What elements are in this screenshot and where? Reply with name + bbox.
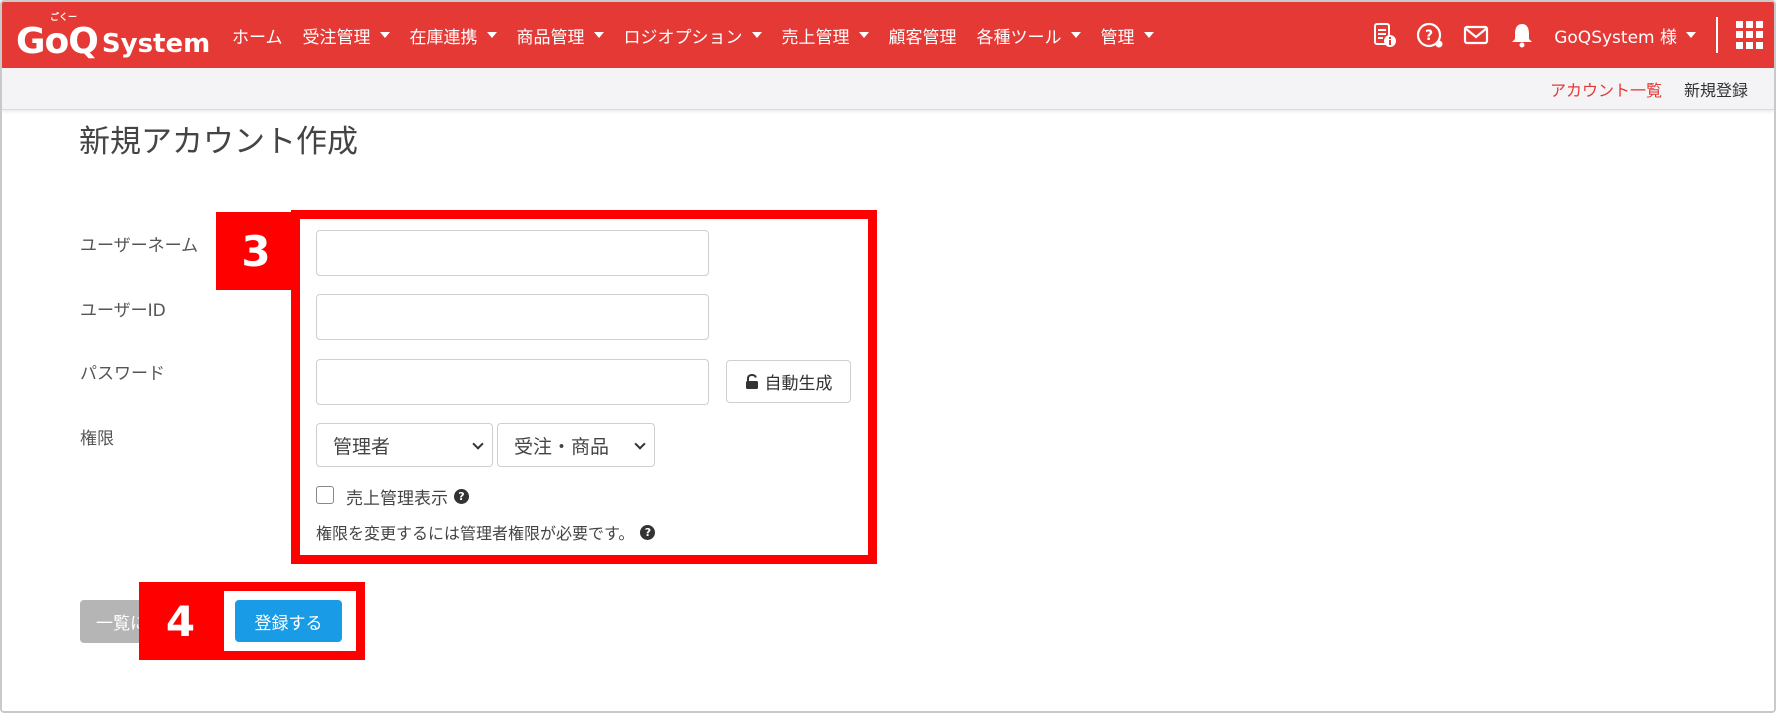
user-name: GoQSystem 様 xyxy=(1554,27,1677,48)
register-button-label: 登録する xyxy=(254,613,323,634)
caret-down-icon xyxy=(379,32,390,38)
new-register-link[interactable]: 新規登録 xyxy=(1684,77,1748,101)
document-info-icon[interactable] xyxy=(1370,21,1398,49)
top-navbar: ごくー GoQ System ホーム 受注管理 在庫連携 商品管理 ロジオプショ… xyxy=(2,2,1774,68)
nav-item-label: 在庫連携 xyxy=(409,27,478,48)
nav-item-label: 管理 xyxy=(1100,27,1135,48)
logo-main: GoQ xyxy=(16,21,99,62)
goq-system-logo[interactable]: ごくー GoQ System xyxy=(16,8,210,64)
nav-item-label: 売上管理 xyxy=(781,27,850,48)
nav-item-inventory[interactable]: 在庫連携 xyxy=(410,23,497,48)
user-menu[interactable]: GoQSystem 様 xyxy=(1554,23,1696,48)
caret-down-icon xyxy=(486,32,497,38)
register-button[interactable]: 登録する xyxy=(235,600,342,642)
caret-down-icon xyxy=(858,32,869,38)
nav-item-orders[interactable]: 受注管理 xyxy=(303,23,390,48)
help-icon[interactable]: ? xyxy=(1416,21,1444,49)
mail-icon[interactable] xyxy=(1462,21,1490,49)
nav-item-label: 受注管理 xyxy=(302,27,371,48)
main-menu: ホーム 受注管理 在庫連携 商品管理 ロジオプション 売上管理 顧客管理 各種ツ… xyxy=(232,2,1154,68)
svg-text:?: ? xyxy=(1425,28,1433,44)
caret-down-icon xyxy=(593,32,604,38)
caret-down-icon xyxy=(1070,32,1081,38)
nav-item-tools[interactable]: 各種ツール xyxy=(977,23,1081,48)
nav-item-admin[interactable]: 管理 xyxy=(1101,23,1154,48)
annotation-number-step3: 3 xyxy=(216,212,296,290)
nav-item-home[interactable]: ホーム xyxy=(232,23,283,48)
annotation-number-step4: 4 xyxy=(139,582,222,660)
sub-navbar: アカウント一覧 新規登録 xyxy=(2,68,1774,110)
nav-item-label: 商品管理 xyxy=(516,27,585,48)
logo-sub: System xyxy=(101,29,211,59)
caret-down-icon xyxy=(751,32,762,38)
account-list-link[interactable]: アカウント一覧 xyxy=(1550,77,1662,101)
nav-item-products[interactable]: 商品管理 xyxy=(517,23,604,48)
nav-item-sales[interactable]: 売上管理 xyxy=(782,23,869,48)
caret-down-icon xyxy=(1686,32,1696,38)
annotation-box-step3 xyxy=(291,210,877,564)
navbar-right: ? GoQSystem 様 xyxy=(1370,2,1764,68)
apps-grid-icon[interactable] xyxy=(1736,21,1764,49)
bell-icon[interactable] xyxy=(1508,21,1536,49)
caret-down-icon xyxy=(1143,32,1154,38)
nav-item-label: 各種ツール xyxy=(976,27,1062,48)
page-title: 新規アカウント作成 xyxy=(79,124,358,160)
nav-item-customers[interactable]: 顧客管理 xyxy=(889,23,957,48)
nav-item-label: 顧客管理 xyxy=(888,27,957,48)
divider xyxy=(1716,17,1718,53)
permission-label: 権限 xyxy=(80,429,114,449)
userid-label: ユーザーID xyxy=(80,301,166,321)
password-label: パスワード xyxy=(80,364,165,384)
nav-item-logi-option[interactable]: ロジオプション xyxy=(624,23,762,48)
nav-item-label: ホーム xyxy=(232,27,283,48)
logo-ruby: ごくー xyxy=(50,13,78,23)
nav-item-label: ロジオプション xyxy=(623,27,743,48)
app-window: ごくー GoQ System ホーム 受注管理 在庫連携 商品管理 ロジオプショ… xyxy=(0,0,1776,713)
username-label: ユーザーネーム xyxy=(80,236,199,256)
